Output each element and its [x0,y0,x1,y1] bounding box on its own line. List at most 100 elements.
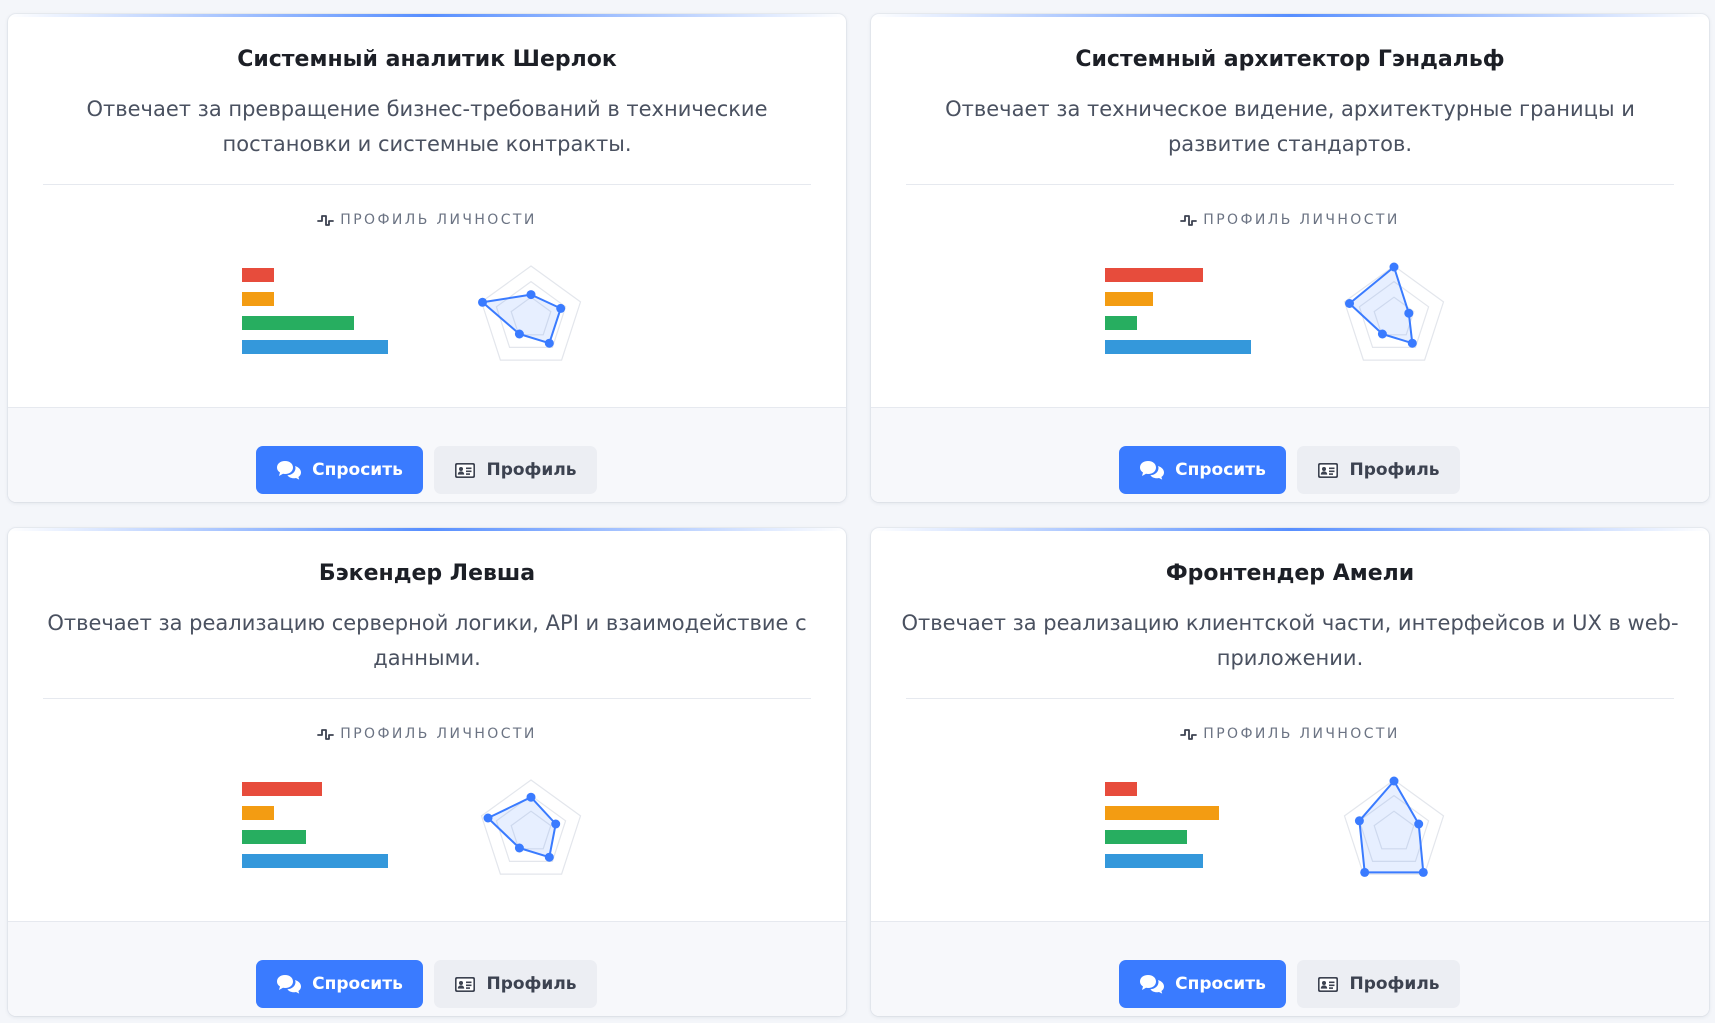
profile-button[interactable]: Профиль [434,960,597,1008]
radar-point [1414,819,1424,829]
radar-point [1418,867,1428,877]
personality-profile-heading: ПРОФИЛЬ ЛИЧНОСТИ [8,212,846,232]
profile-button[interactable]: Профиль [434,446,597,494]
trait-bar [242,854,388,868]
chat-bubbles-icon [276,974,302,994]
pulse-icon [317,213,335,232]
pulse-icon [317,727,335,746]
radar-point [1354,816,1364,826]
personality-profile-heading: ПРОФИЛЬ ЛИЧНОСТИ [871,726,1709,746]
divider [43,698,811,699]
personality-profile-label: ПРОФИЛЬ ЛИЧНОСТИ [1203,212,1400,228]
id-card-icon [1317,462,1339,479]
trait-bar [242,316,354,330]
card-footer: Спросить Профиль [871,921,1709,1016]
personality-profile-label: ПРОФИЛЬ ЛИЧНОСТИ [340,212,537,228]
chat-bubbles-icon [1139,460,1165,480]
trait-bar [1105,782,1137,796]
ask-button[interactable]: Спросить [1119,446,1286,494]
personality-profile-heading: ПРОФИЛЬ ЛИЧНОСТИ [8,726,846,746]
id-card-icon [1317,976,1339,993]
radar-point [478,297,487,307]
agent-card: Бэкендер Левша Отвечает за реализацию се… [8,528,846,1016]
pulse-icon [1180,727,1198,746]
radar-point [1360,867,1370,877]
radar-point [526,792,536,802]
radar-point [1389,776,1399,786]
trait-bar [242,340,388,354]
radar-point [514,843,524,853]
profile-button[interactable]: Профиль [1297,960,1460,1008]
trait-bar [1105,340,1251,354]
id-card-icon [454,462,476,479]
ask-button-label: Спросить [1175,974,1266,994]
chat-bubbles-icon [276,460,302,480]
divider [906,184,1674,185]
trait-bar [1105,292,1153,306]
radar-point [544,852,554,862]
agent-name: Фронтендер Амели [1165,561,1415,586]
radar-point [1377,329,1387,339]
trait-bar [242,830,306,844]
ask-button-label: Спросить [312,460,403,480]
radar-point [526,290,536,300]
agent-description: Отвечает за превращение бизнес-требовани… [86,97,768,156]
radar-point [1407,338,1417,348]
agent-name: Бэкендер Левша [318,561,536,586]
agent-name: Системный архитектор Гэндальф [1075,47,1505,72]
trait-bar [1105,830,1187,844]
trait-bar [242,268,274,282]
trait-bar [1105,316,1137,330]
agent-card: Системный архитектор Гэндальф Отвечает з… [871,14,1709,502]
trait-bar-chart [242,782,402,882]
agent-description: Отвечает за техническое видение, архитек… [945,97,1635,156]
chat-bubbles-icon [1139,974,1165,994]
radar-point [483,813,493,823]
radar-point [551,819,561,829]
trait-bar [1105,806,1219,820]
trait-bar [1105,854,1203,868]
trait-bar [242,292,274,306]
agent-card: Фронтендер Амели Отвечает за реализацию … [871,528,1709,1016]
agent-card: Системный аналитик Шерлок Отвечает за пр… [8,14,846,502]
trait-bar [242,782,322,796]
card-footer: Спросить Профиль [871,407,1709,502]
personality-profile-heading: ПРОФИЛЬ ЛИЧНОСТИ [871,212,1709,232]
radar-chart [478,265,582,361]
personality-profile-label: ПРОФИЛЬ ЛИЧНОСТИ [1203,726,1400,742]
trait-bar [242,806,274,820]
radar-point [1389,262,1399,272]
personality-profile-label: ПРОФИЛЬ ЛИЧНОСТИ [340,726,537,742]
ask-button-label: Спросить [1175,460,1266,480]
ask-button-label: Спросить [312,974,403,994]
agent-cards-grid: Системный аналитик Шерлок Отвечает за пр… [0,0,1715,1023]
radar-point [556,303,566,313]
divider [43,184,811,185]
profile-button-label: Профиль [1349,974,1440,994]
radar-chart [480,779,582,875]
profile-button-label: Профиль [1349,460,1440,480]
ask-button[interactable]: Спросить [1119,960,1286,1008]
profile-button-label: Профиль [486,974,577,994]
radar-point [1404,308,1414,318]
trait-bar [1105,268,1203,282]
card-footer: Спросить Профиль [8,921,846,1016]
divider [906,698,1674,699]
radar-chart [1343,776,1445,877]
id-card-icon [454,976,476,993]
radar-point [544,338,554,348]
radar-point [1345,299,1354,308]
agent-description: Отвечает за реализацию клиентской части,… [901,611,1679,670]
ask-button[interactable]: Спросить [256,446,423,494]
trait-bar-chart [1105,782,1265,882]
radar-chart [1343,262,1445,361]
agent-description: Отвечает за реализацию серверной логики,… [47,611,807,670]
card-footer: Спросить Профиль [8,407,846,502]
profile-button-label: Профиль [486,460,577,480]
pulse-icon [1180,213,1198,232]
profile-button[interactable]: Профиль [1297,446,1460,494]
ask-button[interactable]: Спросить [256,960,423,1008]
trait-bar-chart [1105,268,1265,368]
radar-point [514,329,524,339]
trait-bar-chart [242,268,402,368]
